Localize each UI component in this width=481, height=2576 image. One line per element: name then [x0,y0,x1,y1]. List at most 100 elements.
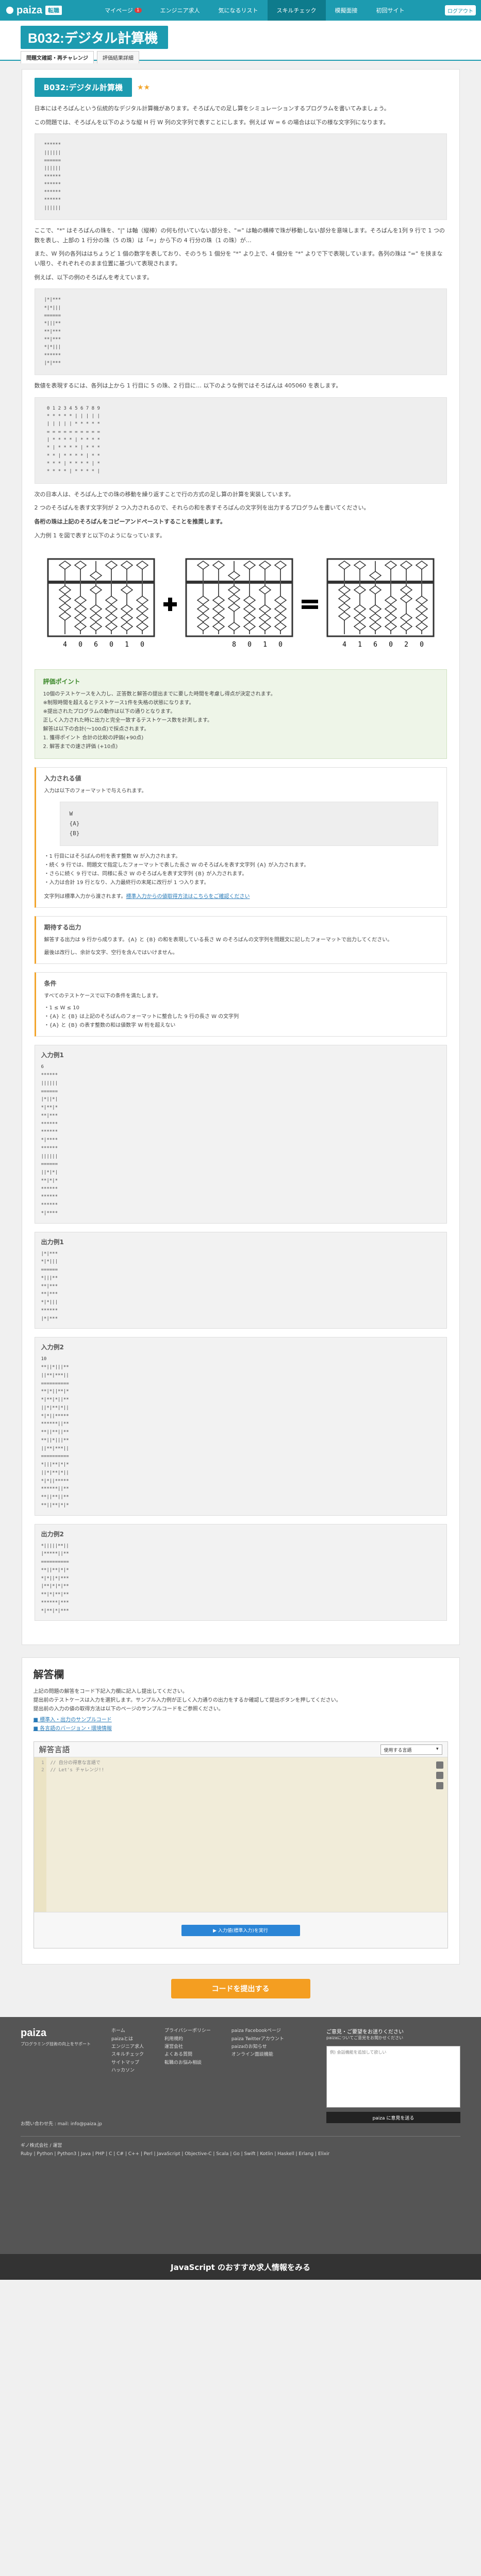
page-title: B032:デジタル計算機 [21,26,169,49]
feedback-textarea[interactable]: 例) 会話機能を追加して欲しい [326,2046,460,2108]
footer-links-2: プライバシーポリシー 利用規約 運営会社 よくある質問 転職のお悩み相談 [164,2027,211,2075]
run-button[interactable]: ▶ 入力値(標準入力)を実行 [181,1924,300,1936]
problem-text: 日本にはそろばんという伝統的なデジタル計算機があります。そろばんでの足し算をシミ… [34,105,390,112]
abacus-digit: 6 [94,641,98,649]
abacus-digit: 1 [263,641,267,649]
reset-icon[interactable] [436,1782,443,1790]
abacus-a-image: 4 0 6 0 1 0 [46,558,155,651]
footer-link[interactable]: プライバシーポリシー [164,2027,211,2035]
text-line: 1. 獲得ポイント 合計の比較の評価(+90点) [43,735,144,741]
page-title-bar: B032:デジタル計算機 問題文確認・再チャレンジ 評価結果詳細 [0,21,481,63]
abacus-digit: 4 [342,641,346,649]
footer-link[interactable]: 利用規約 [164,2036,211,2043]
footer-link[interactable]: ホーム [111,2027,144,2035]
conditions-title: 条件 [44,980,57,988]
output-note: 最後は改行し、余計な文字、空行を含んではいけません。 [44,950,178,956]
problem-text: 例えば、以下の例のそろばんを考えています。 [34,274,153,281]
js-jobs-banner[interactable]: JavaScript のおすすめ求人情報をみる [0,2254,481,2280]
nav-item-5[interactable]: 初回サイト [367,0,414,21]
scoring-lines: 10個のテストケースを入力し、正答数と解答の提出までに要した時間を考慮し得点が決… [43,690,438,751]
tab-problem[interactable]: 問題文確認・再チャレンジ [21,51,94,63]
footer-logo[interactable]: paiza [21,2027,91,2039]
output-desc: 解答する出力は 9 行から成ります。{A} と {B} の和を表現している長さ … [44,937,393,943]
language-select[interactable]: 使用する言語 ▾ [380,1744,442,1755]
editor-footer: ▶ 入力値(標準入力)を実行 [34,1912,447,1948]
problem-text: ここで、"*" はそろばんの珠を、"|" は軸（縦棒）の何も付いていない部分を、… [34,227,445,244]
footer-link[interactable]: paizaのお知らせ [231,2043,284,2051]
nav-item-4[interactable]: 模擬面接 [326,0,367,21]
code-sample: ****** |||||| ====== |||||| ****** *****… [34,133,447,221]
conditions-box: 条件 すべてのテストケースで以下の条件を満たします。 ・1 ≤ W ≤ 10 ・{… [34,972,447,1037]
nav-item-3[interactable]: スキルチェック [267,0,326,21]
lang-info-link[interactable]: ■ 各言語のバージョン・環境情報 [34,1726,112,1732]
problem-text: 入力例 1 を図で表すと以下のようになっています。 [34,532,165,539]
example-title: 入力例2 [41,1344,64,1351]
problem-text: 次の日本人は、そろばん上での珠の移動を繰り返すことで行の方式の足し算の計算を実装… [34,490,294,498]
abacus-digit: 0 [109,641,113,649]
editor-tools [436,1761,443,1790]
example-body: 6 ****** |||||| ====== |*||*| *|**|* **|… [41,1064,58,1216]
editor-header: 解答言語 使用する言語 ▾ [34,1742,447,1758]
footer-link[interactable]: オンライン面談機能 [231,2051,284,2059]
footer-link[interactable]: paiza Facebookページ [231,2027,284,2035]
answer-note2: 提出前の入力の値の取得方法は以下のページのサンプルコードをご参照ください。 [33,1706,224,1713]
footer-link[interactable]: エンジニア求人 [111,2043,144,2051]
sample-code-link[interactable]: ■ 標準入・出力のサンプルコード [34,1717,112,1723]
text-line: ・さらに続く 9 行では、同様に長さ W のそろばんを表す文字列 {B} が入力… [44,871,247,877]
footer-link[interactable]: paizaとは [111,2036,144,2043]
submit-button[interactable]: コードを提出する [171,1979,310,1999]
abacus-figure: 4 0 6 0 1 0 8 0 1 0 4 1 6 0 2 0 [35,553,447,656]
output-title: 期待する出力 [44,924,81,931]
nav-item-0[interactable]: マイページ 1 [95,0,151,21]
text-line: ・続く 9 行では、問題文で指定したフォーマットで表した長さ W のそろばんを表… [44,862,309,869]
text-line: ・{A} と {B} は上記のそろばんのフォーマットに整合した 9 行の長さ W… [44,1014,239,1020]
page-tabs: 問題文確認・再チャレンジ 評価結果詳細 [21,51,139,63]
abacus-digit: 0 [278,641,283,649]
abacus-digit: 0 [420,641,424,649]
nav-item-1[interactable]: エンジニア求人 [151,0,209,21]
footer-link[interactable]: ハッカソン [111,2067,144,2075]
stdin-help-link[interactable]: 標準入力からの値取得方法はこちらをご確認ください [126,894,250,900]
code-editor: 解答言語 使用する言語 ▾ 12 // 自分の得意な言語で // Let's チャ… [33,1741,448,1949]
language-links[interactable]: Ruby | Python | Python3 | Java | PHP | C… [21,2150,460,2158]
settings-icon[interactable] [436,1772,443,1780]
abacus-digit: 8 [232,641,236,649]
footer-link[interactable]: サイトマップ [111,2059,144,2067]
example-block: 入力例1 6 ****** |||||| ====== |*||*| *|**|*… [34,1045,447,1224]
footer-link[interactable]: 運営会社 [164,2043,211,2051]
answer-note: 提出前のテストケースは入力を選択します。サンプル入力例が正しく入力通りの出力をす… [33,1698,341,1704]
account-button[interactable]: ログアウト [445,5,476,15]
nav-item-2[interactable]: 気になるリスト [209,0,268,21]
footer-link[interactable]: paiza Twitterアカウント [231,2036,284,2043]
example-title: 入力例1 [41,1052,64,1059]
fullscreen-icon[interactable] [436,1761,443,1769]
example-block: 出力例1 |*|*** *|*||| ====== *|||** **|*** *… [34,1231,447,1329]
input-notes: ・1 行目にはそろばんの桁を表す整数 W が入力されます。 ・続く 9 行では、問… [44,852,438,887]
code-text[interactable]: // 自分の得意な言語で // Let's チャレンジ!! [51,1759,105,1774]
answer-section: 解答欄 上記の問題の解答をコード下記入力欄に記入し提出してください。 提出前のテ… [21,1657,460,1965]
input-link-line: 文字列は標準入力から渡されます。標準入力からの値取得方法はこちらをご確認ください [44,894,250,900]
problem-text: この問題では、そろばんを以下のような縦 H 行 W 列の文字列で表すことにします… [34,118,389,126]
footer-link[interactable]: スキルチェック [111,2051,144,2059]
line-numbers: 12 [34,1757,46,1912]
examples-list: 入力例1 6 ****** |||||| ====== |*||*| *|**|*… [34,1045,447,1621]
footer-link[interactable]: よくある質問 [164,2051,211,2059]
output-box: 期待する出力 解答する出力は 9 行から成ります。{A} と {B} の和を表現… [34,916,447,964]
code-sample: |*|*** *|*||| ====== *|||** **|*** **|**… [34,289,447,376]
code-input-area[interactable]: 12 // 自分の得意な言語で // Let's チャレンジ!! [34,1757,447,1912]
footer-link[interactable]: 転職のお悩み相談 [164,2059,211,2067]
equals-icon [301,600,318,609]
problem-card: B032:デジタル計算機 ★★ 日本にはそろばんという伝統的なデジタル計算機があ… [21,69,460,1646]
abacus-c-image: 4 1 6 0 2 0 [326,558,435,651]
text-line: ・1 ≤ W ≤ 10 [44,1005,79,1011]
abacus-digit: 0 [78,641,82,649]
text-line: ※制限時間を超えるとテストケース1件を失格の状態になります。 [43,700,194,706]
abacus-digit: 0 [247,641,252,649]
tab-results[interactable]: 評価結果詳細 [96,51,139,63]
example-body: |*|*** *|*||| ====== *|||** **|*** **|**… [41,1251,58,1321]
plus-icon [163,598,177,612]
company-text: ギノ株式会社 / 運営 [21,2143,62,2148]
text-line: 正しく入力された時に出力と完全一致するテストケース数を計測します。 [43,718,213,724]
paiza-logo[interactable]: paiza 転職 [6,5,62,16]
scoring-box: 評価ポイント 10個のテストケースを入力し、正答数と解答の提出までに要した時間を… [34,669,447,759]
